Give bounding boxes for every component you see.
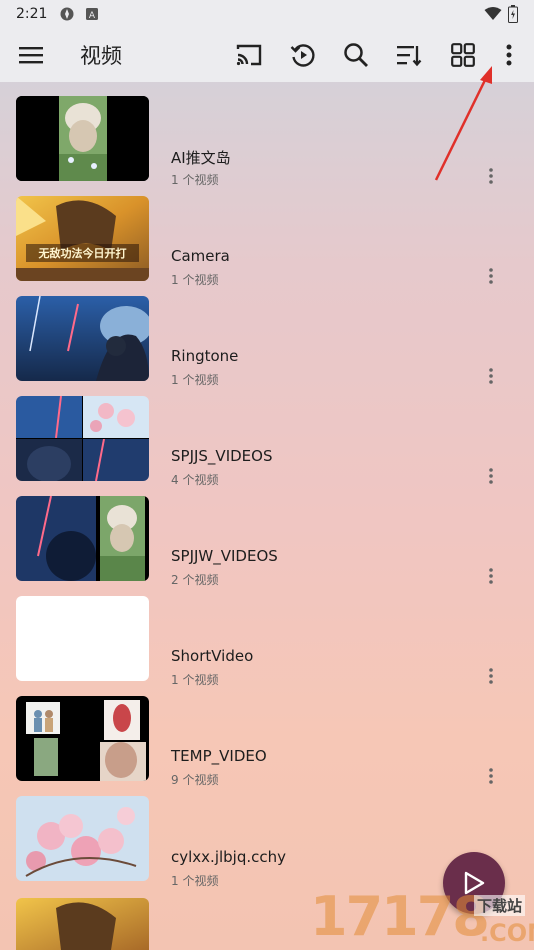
sort-icon[interactable] <box>392 38 426 72</box>
svg-text:A: A <box>89 11 96 20</box>
folder-name: AI推文岛 <box>171 149 231 167</box>
folder-row[interactable]: 无敌功法今日开打 Camera 1 个视频 <box>0 190 534 290</box>
folder-name: TEMP_VIDEO <box>171 747 267 765</box>
folder-thumbnail <box>16 898 149 950</box>
watermark-suffix: .COM <box>480 919 534 947</box>
search-icon[interactable] <box>339 38 373 72</box>
folder-thumbnail <box>16 796 149 881</box>
folder-name: SPJJS_VIDEOS <box>171 447 273 465</box>
folder-name: Camera <box>171 247 230 265</box>
folder-count: 2 个视频 <box>171 573 219 587</box>
more-vert-icon[interactable] <box>480 465 502 487</box>
app-a-icon: A <box>86 8 98 20</box>
status-time: 2:21 <box>16 6 48 22</box>
folder-thumbnail <box>16 96 149 181</box>
folder-row[interactable]: Ringtone 1 个视频 <box>0 290 534 390</box>
folder-thumbnail <box>16 496 149 581</box>
more-vert-icon[interactable] <box>480 765 502 787</box>
app-notification-icon <box>60 7 74 21</box>
folder-count: 1 个视频 <box>171 273 219 287</box>
folder-thumbnail: 无敌功法今日开打 <box>16 196 149 281</box>
folder-count: 1 个视频 <box>171 673 219 687</box>
folder-thumbnail <box>16 696 149 781</box>
folder-name: Ringtone <box>171 347 239 365</box>
watermark-text: 下载站 <box>474 895 526 916</box>
page-title: 视频 <box>80 44 122 68</box>
folder-thumbnail <box>16 296 149 381</box>
folder-thumbnail <box>16 396 149 481</box>
folder-count: 4 个视频 <box>171 473 219 487</box>
folder-thumbnail <box>16 596 149 681</box>
folder-count: 1 个视频 <box>171 373 219 387</box>
history-icon[interactable] <box>286 38 320 72</box>
site-watermark: 17178 下载站 .COM <box>310 885 534 950</box>
folder-count: 1 个视频 <box>171 173 219 187</box>
wifi-icon <box>484 7 502 20</box>
folder-name: cylxx.jlbjq.cchy <box>171 848 287 866</box>
watermark-number: 17178 <box>310 885 490 948</box>
menu-icon[interactable] <box>14 38 48 72</box>
folder-row[interactable]: SPJJS_VIDEOS 4 个视频 <box>0 390 534 490</box>
folder-count: 9 个视频 <box>171 773 219 787</box>
folder-name: ShortVideo <box>171 647 254 665</box>
more-vert-icon[interactable] <box>480 665 502 687</box>
more-vert-icon[interactable] <box>480 365 502 387</box>
folder-row[interactable]: TEMP_VIDEO 9 个视频 <box>0 690 534 790</box>
battery-icon <box>508 5 518 23</box>
cast-icon[interactable] <box>232 38 266 72</box>
folder-row[interactable]: ShortVideo 1 个视频 <box>0 590 534 690</box>
more-vert-icon[interactable] <box>480 265 502 287</box>
thumbnail-caption: 无敌功法今日开打 <box>38 246 127 260</box>
status-bar: 2:21 A <box>0 0 534 28</box>
more-vert-icon[interactable] <box>480 565 502 587</box>
folder-count: 1 个视频 <box>171 874 219 888</box>
annotation-arrow-icon <box>434 66 492 181</box>
folder-row[interactable]: SPJJW_VIDEOS 2 个视频 <box>0 490 534 590</box>
folder-name: SPJJW_VIDEOS <box>171 547 278 565</box>
